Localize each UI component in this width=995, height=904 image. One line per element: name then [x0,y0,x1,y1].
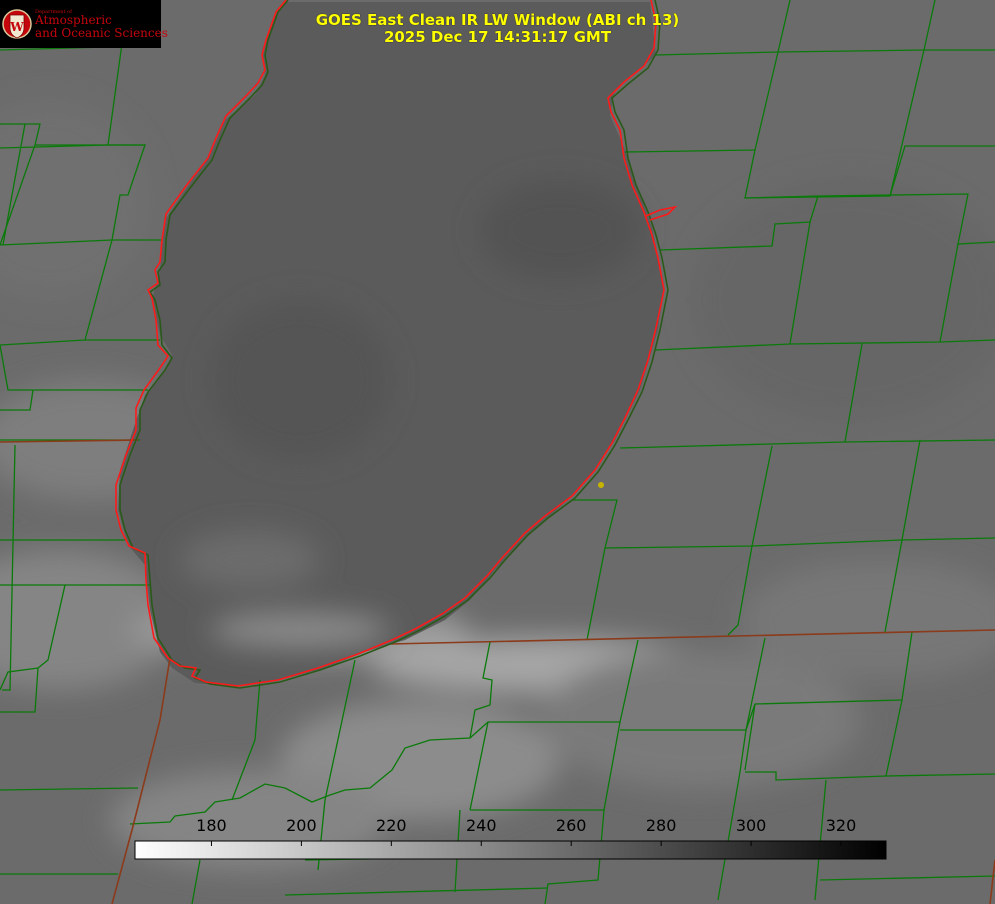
colorbar-tick-label: 260 [556,816,587,835]
satellite-image-viewer: 180 200 220 240 260 280 300 320 W Department of… [0,0,995,904]
colorbar-tick-label: 300 [736,816,767,835]
satellite-map: 180 200 220 240 260 280 300 320 [0,0,995,904]
colorbar-tick-label: 180 [196,816,227,835]
title-timestamp: 2025 Dec 17 14:31:17 GMT [383,28,612,46]
colorbar-tick-label: 220 [376,816,407,835]
colorbar-gradient [134,840,887,860]
colorbar-tick-label: 320 [826,816,857,835]
colorbar-tick-label: 240 [466,816,497,835]
title-line-1: GOES East Clean IR LW Window (ABI ch 13) [315,11,680,29]
colorbar-tick-label: 280 [646,816,677,835]
colorbar-tick-label: 200 [286,816,317,835]
location-marker [598,482,604,488]
image-title: GOES East Clean IR LW Window (ABI ch 13)… [0,12,995,46]
